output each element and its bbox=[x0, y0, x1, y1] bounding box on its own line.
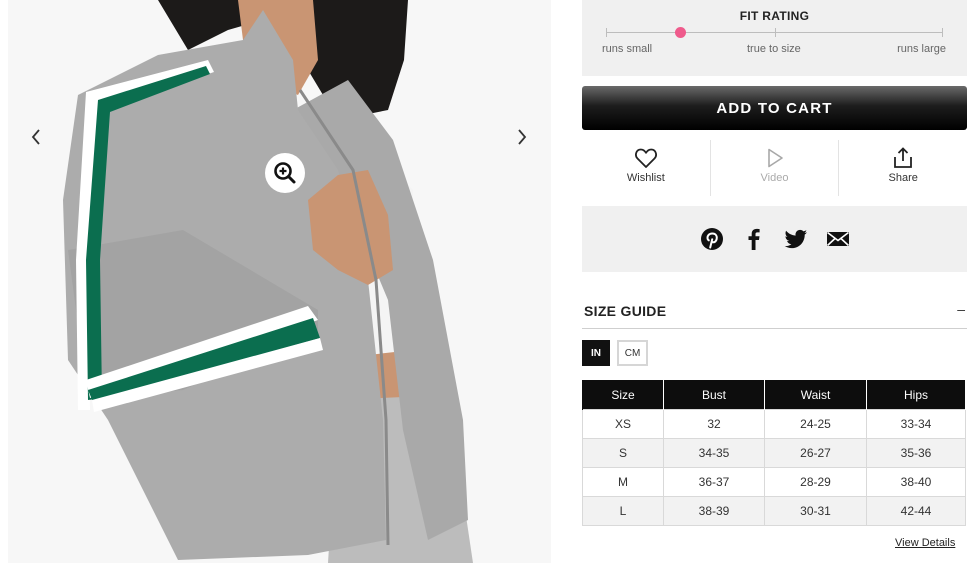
fit-label-large: runs large bbox=[897, 43, 946, 55]
hips-cell: 38-40 bbox=[866, 467, 966, 497]
view-details-link[interactable]: View Details bbox=[895, 537, 955, 549]
social-share-bar bbox=[582, 206, 967, 272]
fit-label-small: runs small bbox=[602, 43, 653, 55]
email-icon bbox=[826, 231, 849, 247]
table-row: S 34-35 26-27 35-36 bbox=[582, 438, 966, 468]
video-button[interactable]: Video bbox=[709, 140, 839, 196]
size-cell: L bbox=[582, 496, 664, 526]
fit-tick bbox=[606, 28, 607, 37]
bust-cell: 34-35 bbox=[663, 438, 765, 468]
bust-cell: 32 bbox=[663, 409, 765, 439]
size-cell: S bbox=[582, 438, 664, 468]
facebook-button[interactable] bbox=[741, 227, 766, 252]
size-guide-header[interactable]: SIZE GUIDE – bbox=[582, 296, 967, 329]
size-cell: M bbox=[582, 467, 664, 497]
waist-cell: 30-31 bbox=[764, 496, 867, 526]
waist-cell: 24-25 bbox=[764, 409, 867, 439]
share-icon bbox=[894, 147, 913, 168]
add-to-cart-button[interactable]: ADD TO CART bbox=[582, 86, 967, 130]
product-photo bbox=[63, 0, 473, 563]
product-actions: Wishlist Video Share bbox=[582, 140, 967, 196]
gallery-prev-button[interactable] bbox=[22, 123, 50, 151]
column-header: Waist bbox=[764, 379, 867, 410]
column-header: Bust bbox=[663, 379, 765, 410]
share-button[interactable]: Share bbox=[838, 140, 967, 196]
fit-rating-marker bbox=[674, 27, 686, 38]
email-share-button[interactable] bbox=[825, 227, 850, 252]
video-label: Video bbox=[760, 172, 789, 184]
pinterest-button[interactable] bbox=[699, 227, 724, 252]
fit-rating-title: FIT RATING bbox=[739, 9, 810, 23]
share-label: Share bbox=[888, 172, 918, 184]
size-chart-table: Size Bust Waist Hips XS 32 24-25 33-34 S… bbox=[582, 379, 966, 526]
wishlist-label: Wishlist bbox=[626, 172, 665, 184]
zoom-button[interactable] bbox=[265, 153, 305, 193]
facebook-icon bbox=[748, 228, 760, 250]
size-guide-title: SIZE GUIDE bbox=[584, 303, 667, 319]
table-row: L 38-39 30-31 42-44 bbox=[582, 496, 966, 526]
hips-cell: 42-44 bbox=[866, 496, 966, 526]
fit-label-true: true to size bbox=[747, 43, 801, 55]
size-chart-header-row: Size Bust Waist Hips bbox=[582, 379, 966, 410]
twitter-button[interactable] bbox=[783, 227, 808, 252]
gallery-next-button[interactable] bbox=[508, 123, 536, 151]
hips-cell: 35-36 bbox=[866, 438, 966, 468]
bust-cell: 36-37 bbox=[663, 467, 765, 497]
chevron-left-icon bbox=[31, 129, 40, 145]
waist-cell: 28-29 bbox=[764, 467, 867, 497]
play-icon bbox=[767, 148, 783, 168]
pinterest-icon bbox=[700, 228, 723, 250]
hips-cell: 33-34 bbox=[866, 409, 966, 439]
fit-tick bbox=[942, 28, 943, 37]
fit-rating-track bbox=[606, 28, 943, 37]
twitter-icon bbox=[784, 229, 807, 249]
unit-cm-button[interactable]: CM bbox=[617, 340, 648, 366]
chevron-right-icon bbox=[518, 129, 527, 145]
table-row: XS 32 24-25 33-34 bbox=[582, 409, 966, 439]
zoom-in-icon bbox=[274, 162, 296, 184]
product-image-gallery bbox=[8, 0, 551, 563]
fit-tick bbox=[774, 28, 776, 37]
bust-cell: 38-39 bbox=[663, 496, 765, 526]
wishlist-button[interactable]: Wishlist bbox=[582, 140, 710, 196]
collapse-toggle[interactable]: – bbox=[957, 301, 965, 317]
waist-cell: 26-27 bbox=[764, 438, 867, 468]
fit-rating-panel: FIT RATING runs small true to size runs … bbox=[582, 0, 967, 76]
unit-in-button[interactable]: IN bbox=[582, 340, 610, 366]
table-row: M 36-37 28-29 38-40 bbox=[582, 467, 966, 497]
size-cell: XS bbox=[582, 409, 664, 439]
column-header: Size bbox=[582, 379, 664, 410]
heart-icon bbox=[634, 148, 657, 168]
column-header: Hips bbox=[866, 379, 966, 410]
